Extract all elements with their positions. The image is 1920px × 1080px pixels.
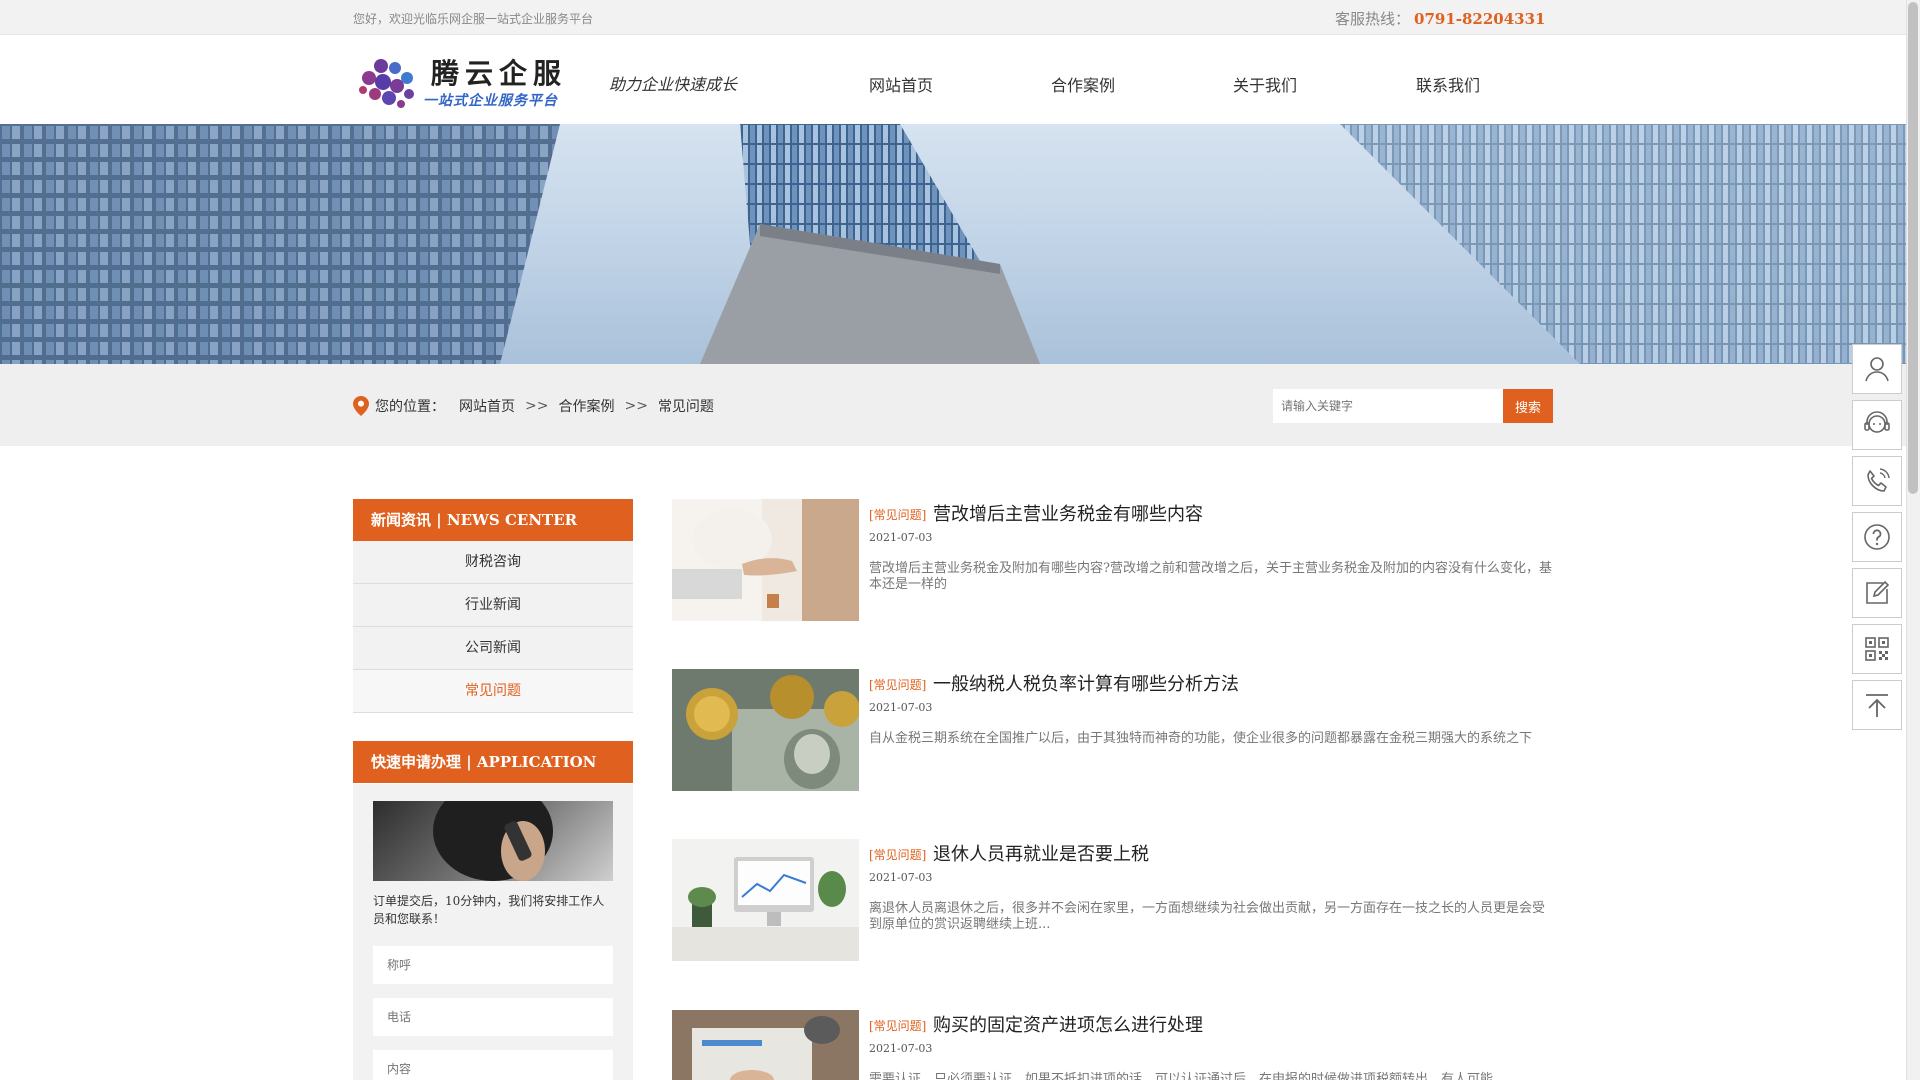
breadcrumb-cases[interactable]: 合作案例 [558, 396, 614, 416]
slogan: 助力企业快速成长 [609, 75, 738, 94]
edit-icon [1866, 580, 1890, 604]
article-date: 2021-07-03 [869, 1042, 933, 1055]
logo-subtitle: 一站式企业服务平台 [423, 93, 558, 109]
customer-service-button[interactable] [1852, 400, 1902, 450]
list-item[interactable]: [常见问题] 一般纳税人税负率计算有哪些分析方法 2021-07-03 自从金税… [672, 669, 1552, 791]
article-summary: 离退休人员离退休之后，很多并不会闲在家里，一方面想继续为社会做出贡献，另一方面存… [869, 901, 1546, 932]
search-input[interactable] [1273, 389, 1503, 423]
site-header: 腾云企服 一站式企业服务平台 助力企业快速成长 网站首页 合作案例 关于我们 联… [0, 36, 1906, 124]
user-icon [1865, 357, 1889, 382]
phone-call-image [373, 801, 613, 881]
sidebar-item-company-news[interactable]: 公司新闻 [353, 627, 633, 670]
user-button[interactable] [1852, 344, 1902, 394]
welcome-text: 您好，欢迎光临乐网企服一站式企业服务平台 [353, 12, 594, 26]
location-bar: 您的位置： 网站首页 >> 合作案例 >> 常见问题 搜索 [0, 364, 1906, 446]
phone-field[interactable] [373, 998, 613, 1036]
article-tag: [常见问题] [869, 1019, 927, 1033]
article-thumbnail[interactable] [672, 839, 859, 961]
search-button[interactable]: 搜索 [1503, 389, 1553, 423]
application-form: 订单提交后，10分钟内，我们将安排工作人员和您联系！ [353, 784, 633, 1080]
feedback-button[interactable] [1852, 568, 1902, 618]
article-summary: 自从金税三期系统在全国推广以后，由于其独特而神奇的功能，使企业很多的问题都暴露在… [869, 731, 1533, 746]
top-bar: 您好，欢迎光临乐网企服一站式企业服务平台 客服热线： 0791-82204331 [0, 0, 1906, 35]
customer-service-icon [1864, 411, 1890, 433]
hotline-label: 客服热线： [1335, 10, 1411, 28]
nav-about[interactable]: 关于我们 [1233, 72, 1297, 96]
list-item[interactable]: [常见问题] 退休人员再就业是否要上税 2021-07-03 离退休人员离退休之… [672, 839, 1552, 961]
breadcrumb-separator: >> [624, 398, 648, 414]
article-date: 2021-07-03 [869, 871, 933, 884]
sidebar-item-faq[interactable]: 常见问题 [353, 670, 633, 713]
article-title[interactable]: 退休人员再就业是否要上税 [933, 840, 1149, 866]
phone-button[interactable] [1852, 456, 1902, 506]
building-illustration [0, 124, 1906, 364]
help-button[interactable] [1852, 512, 1902, 562]
site-logo[interactable]: 腾云企服 一站式企业服务平台 [355, 50, 567, 112]
article-date: 2021-07-03 [869, 531, 933, 544]
list-item[interactable]: [常见问题] 营改增后主营业务税金有哪些内容 2021-07-03 营改增后主营… [672, 499, 1552, 621]
nav-contact[interactable]: 联系我们 [1416, 72, 1480, 96]
article-thumbnail[interactable] [672, 1010, 859, 1080]
location-pin-icon [353, 396, 369, 416]
logo-mark-icon [359, 59, 414, 108]
nav-home[interactable]: 网站首页 [869, 72, 933, 96]
back-to-top-icon [1866, 694, 1888, 717]
name-field[interactable] [373, 946, 613, 984]
breadcrumb-faq[interactable]: 常见问题 [658, 396, 714, 416]
breadcrumb-separator: >> [525, 398, 549, 414]
article-tag: [常见问题] [869, 678, 927, 692]
hero-banner [0, 124, 1906, 364]
article-title[interactable]: 一般纳税人税负率计算有哪些分析方法 [933, 670, 1239, 696]
breadcrumb-home[interactable]: 网站首页 [459, 396, 515, 416]
back-to-top-button[interactable] [1852, 680, 1902, 730]
article-title[interactable]: 购买的固定资产进项怎么进行处理 [933, 1011, 1203, 1037]
question-icon [1864, 524, 1890, 550]
breadcrumb: 您的位置： 网站首页 >> 合作案例 >> 常见问题 [353, 396, 714, 416]
scrollbar-thumb[interactable] [1908, 2, 1918, 494]
article-summary: 营改增后主营业务税金及附加有哪些内容?营改增之前和营改增之后，关于主营业务税金及… [869, 561, 1552, 592]
article-thumbnail[interactable] [672, 669, 859, 791]
article-tag: [常见问题] [869, 508, 927, 522]
news-center-header: 新闻资讯 | NEWS CENTER [353, 499, 633, 541]
list-item[interactable]: [常见问题] 购买的固定资产进项怎么进行处理 2021-07-03 需要认证，只… [672, 1010, 1552, 1080]
article-title[interactable]: 营改增后主营业务税金有哪些内容 [933, 500, 1203, 526]
sidebar-item-industry-news[interactable]: 行业新闻 [353, 584, 633, 627]
phone-icon [1867, 468, 1890, 492]
hotline: 客服热线： 0791-82204331 [1335, 8, 1546, 29]
application-note: 订单提交后，10分钟内，我们将安排工作人员和您联系！ [373, 894, 605, 926]
article-tag: [常见问题] [869, 848, 927, 862]
hotline-number[interactable]: 0791-82204331 [1414, 10, 1545, 28]
qrcode-icon [1865, 637, 1889, 661]
article-thumbnail[interactable] [672, 499, 859, 621]
application-header: 快速申请办理 | APPLICATION [353, 741, 633, 783]
content-field[interactable] [373, 1050, 613, 1080]
article-summary: 需要认证，只必须要认证，如果不抵扣进项的话，可以认证通过后，在申报的时候做进项税… [869, 1072, 1494, 1080]
location-label: 您的位置： [375, 399, 445, 415]
logo-name: 腾云企服 [431, 57, 568, 90]
qrcode-button[interactable] [1852, 624, 1902, 674]
article-date: 2021-07-03 [869, 701, 933, 714]
nav-cases[interactable]: 合作案例 [1051, 72, 1115, 96]
sidebar-item-tax-consulting[interactable]: 财税咨询 [353, 541, 633, 584]
